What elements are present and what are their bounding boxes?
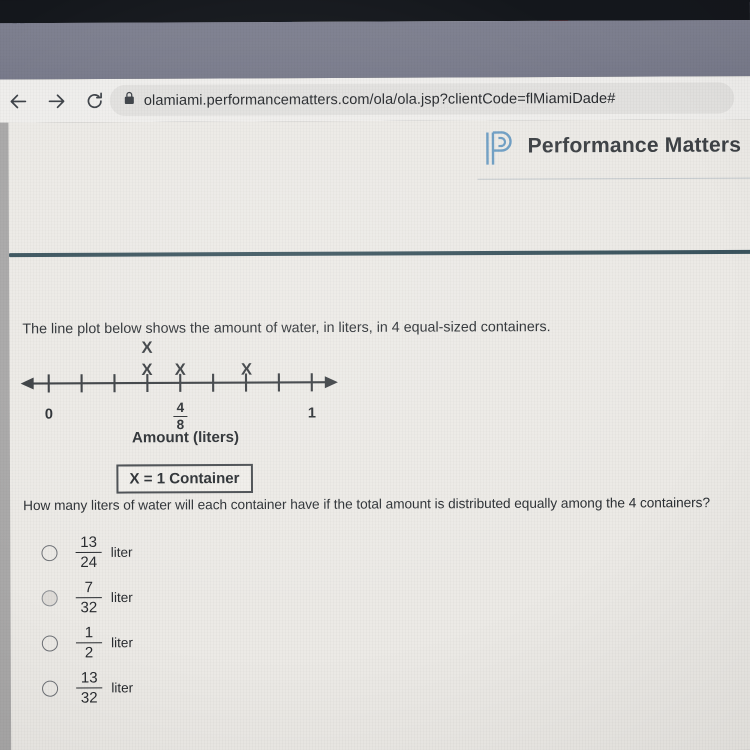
fraction-bar [75,597,102,599]
answer-fraction: 1 2 [75,624,103,662]
fraction-numerator: 1 [84,624,94,642]
answer-fraction: 13 24 [75,533,102,572]
radio-button[interactable] [41,544,58,561]
reload-icon[interactable] [78,83,112,117]
question-toolbar [0,194,750,241]
answer-option-c[interactable]: 1 2 liter [24,619,426,666]
axis-tick-label-four-eighths: 4 8 [173,399,188,432]
browser-tab-strip [0,19,750,80]
fraction-bar [75,642,103,644]
plot-x-mark: X [141,360,153,380]
plot-x-mark: X [240,360,253,379]
performance-matters-logo [483,129,519,167]
address-bar[interactable]: olamiami.performancematters.com/ola/ola.… [109,82,735,117]
answer-unit: liter [110,544,133,560]
fraction-denominator: 24 [80,553,98,572]
radio-button[interactable] [41,680,59,697]
axis-tick-label-one: 1 [307,405,317,422]
fraction-bar [76,687,103,689]
lock-icon [124,91,135,110]
answer-option-d[interactable]: 13 32 liter [24,664,426,711]
answer-unit: liter [111,680,134,696]
fraction-denominator: 32 [80,689,98,707]
fraction-numerator: 13 [80,669,98,687]
answer-option-a[interactable]: 13 24 liter [23,528,425,575]
fraction-numerator: 7 [84,579,94,597]
browser-toolbar: olamiami.performancematters.com/ola/ola.… [0,76,750,123]
photo-of-screen: Home - Student Portal Performance Matter… [0,0,750,750]
answer-unit: liter [110,589,133,606]
radio-button[interactable] [41,634,58,652]
axis-title: Amount (liters) [131,428,240,447]
app-brand-title: Performance Matters [527,133,742,158]
fraction-bar [75,551,102,554]
forward-arrow-icon[interactable] [39,84,73,118]
fraction-denominator: 2 [84,644,94,662]
fraction-denominator: 32 [80,599,98,617]
radio-button[interactable] [41,589,58,606]
answer-options-list: 13 24 liter 7 32 liter 1 2 liter 13 32 l… [23,528,425,710]
back-arrow-icon[interactable] [1,84,35,118]
url-text: olamiami.performancematters.com/ola/ola.… [143,90,616,109]
plot-legend: X = 1 Container [116,463,253,494]
axis-tick-label-zero: 0 [44,406,53,423]
question-prompt-text: How many liters of water will each conta… [23,495,711,514]
fraction-numerator: 4 [176,399,185,416]
answer-fraction: 7 32 [75,579,102,617]
plot-x-mark: X [174,360,186,379]
answer-option-b[interactable]: 7 32 liter [23,574,425,621]
answer-fraction: 13 32 [76,669,103,707]
fraction-numerator: 13 [80,533,97,551]
question-intro-text: The line plot below shows the amount of … [22,319,551,338]
answer-unit: liter [111,635,133,651]
plot-x-mark: X [141,338,153,357]
